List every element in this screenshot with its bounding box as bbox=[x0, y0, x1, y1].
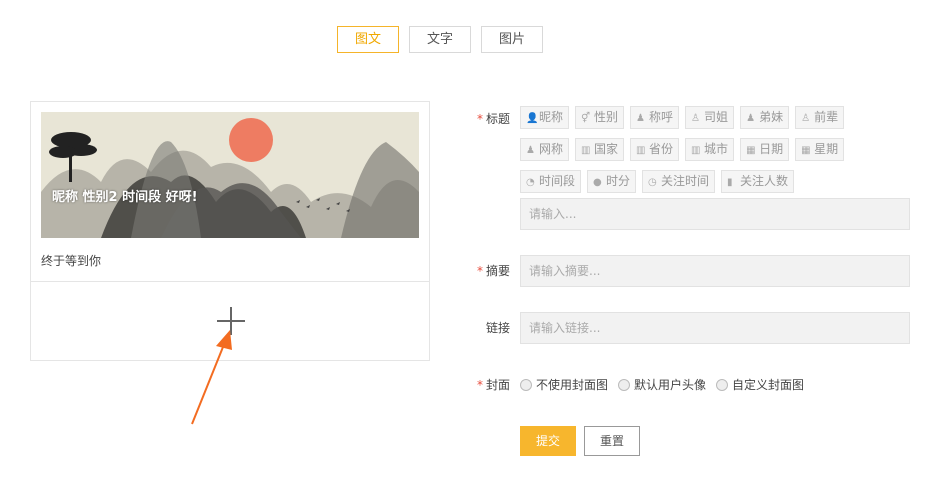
cover-options: 不使用封面图 默认用户头像 自定义封面图 bbox=[520, 376, 804, 393]
required-star: * bbox=[476, 378, 483, 392]
tag-label: 昵称 bbox=[539, 110, 564, 124]
tag-time-period[interactable]: ◔ 时间段 bbox=[520, 170, 582, 193]
clock-icon: ◷ bbox=[648, 177, 657, 188]
tag-nickname[interactable]: 👤昵称 bbox=[520, 106, 570, 129]
summary-label: * 摘要 bbox=[470, 262, 510, 279]
summary-label-text: 摘要 bbox=[485, 264, 510, 278]
person-icon: ♙ bbox=[691, 113, 701, 124]
person-icon: ♟ bbox=[636, 113, 645, 124]
variable-tags-row3: ◔ 时间段 ● 时分 ◷ 关注时间 ▮ 关注人数 bbox=[520, 170, 795, 193]
tag-weekday[interactable]: ▦ 星期 bbox=[795, 138, 845, 161]
radio-label: 自定义封面图 bbox=[732, 378, 805, 392]
link-label: 链接 bbox=[485, 321, 510, 335]
tag-city[interactable]: ▥ 城市 bbox=[685, 138, 735, 161]
title-label-text: 标题 bbox=[485, 112, 510, 126]
tag-net-name[interactable]: ♟ 网称 bbox=[520, 138, 570, 161]
gender-icon: ⚥ bbox=[581, 113, 591, 124]
map-icon: ▥ bbox=[691, 145, 701, 156]
required-star: * bbox=[476, 264, 483, 278]
radio-circle[interactable] bbox=[618, 378, 631, 391]
tag-label: 时分 bbox=[606, 174, 631, 188]
tag-label: 城市 bbox=[704, 142, 729, 156]
tag-label: 弟妹 bbox=[759, 110, 784, 124]
calendar-icon: ▦ bbox=[801, 145, 811, 156]
radio-no-cover[interactable]: 不使用封面图 bbox=[520, 376, 608, 393]
tab-image[interactable]: 图片 bbox=[481, 26, 543, 53]
person-icon: ♙ bbox=[801, 113, 811, 124]
tag-title[interactable]: ♟ 称呼 bbox=[630, 106, 680, 129]
tag-label: 省份 bbox=[649, 142, 674, 156]
radio-circle[interactable] bbox=[520, 378, 532, 391]
link-input[interactable]: 请输入链接... bbox=[520, 312, 910, 344]
calendar-icon: ▦ bbox=[746, 145, 756, 156]
doc-icon: ▮ bbox=[727, 177, 733, 188]
article-preview: 昵称 性别2 时间段 好呀! 终于等到你 bbox=[30, 101, 430, 361]
tag-label: 时间段 bbox=[539, 174, 576, 188]
pointer-arrow-icon bbox=[191, 330, 232, 425]
tag-gender[interactable]: ⚥ 性别 bbox=[575, 106, 625, 129]
clock-icon: ◔ bbox=[526, 177, 535, 188]
reset-button[interactable]: 重置 bbox=[584, 426, 640, 456]
banner-title: 昵称 性别2 时间段 好呀! bbox=[52, 190, 198, 205]
radio-custom-cover[interactable]: 自定义封面图 bbox=[716, 376, 804, 393]
tag-junior[interactable]: ♟ 弟妹 bbox=[740, 106, 790, 129]
radio-circle[interactable] bbox=[716, 378, 729, 391]
variable-tags-row2: ♟ 网称 ▥ 国家 ▥ 省份 ▥ 城市 ▦ 日期 ▦ 星期 bbox=[520, 138, 845, 161]
person-icon: ♟ bbox=[746, 113, 756, 124]
dot-icon: ● bbox=[593, 177, 602, 188]
tag-province[interactable]: ▥ 省份 bbox=[630, 138, 680, 161]
map-icon: ▥ bbox=[581, 145, 591, 156]
radio-default-avatar[interactable]: 默认用户头像 bbox=[618, 376, 706, 393]
tab-text[interactable]: 文字 bbox=[409, 26, 471, 53]
required-star: * bbox=[476, 112, 483, 126]
cover-label: * 封面 bbox=[470, 376, 510, 393]
radio-label: 默认用户头像 bbox=[634, 378, 707, 392]
person-icon: ♟ bbox=[526, 145, 535, 156]
tag-follow-time[interactable]: ◷ 关注时间 bbox=[642, 170, 716, 193]
content-type-tabs: 图文 文字 图片 bbox=[337, 26, 543, 53]
tag-label: 网称 bbox=[539, 142, 564, 156]
tag-label: 司姐 bbox=[704, 110, 729, 124]
banner-image: 昵称 性别2 时间段 好呀! bbox=[41, 112, 419, 238]
tag-label: 国家 bbox=[594, 142, 619, 156]
cover-label-text: 封面 bbox=[485, 378, 510, 392]
tag-label: 称呼 bbox=[649, 110, 674, 124]
tag-label: 关注时间 bbox=[661, 174, 710, 188]
map-icon: ▥ bbox=[636, 145, 646, 156]
tag-label: 性别 bbox=[594, 110, 619, 124]
tag-hour-minute[interactable]: ● 时分 bbox=[587, 170, 637, 193]
ink-landscape-image bbox=[41, 112, 419, 238]
title-input[interactable]: 请输入... bbox=[520, 198, 910, 230]
preview-card[interactable]: 昵称 性别2 时间段 好呀! 终于等到你 bbox=[31, 102, 429, 282]
tab-image-text[interactable]: 图文 bbox=[337, 26, 399, 53]
tag-follower-count[interactable]: ▮ 关注人数 bbox=[721, 170, 795, 193]
tag-sister[interactable]: ♙ 司姐 bbox=[685, 106, 735, 129]
user-icon: 👤 bbox=[526, 113, 539, 124]
title-label: * 标题 bbox=[470, 110, 510, 127]
tag-label: 星期 bbox=[814, 142, 839, 156]
tag-country[interactable]: ▥ 国家 bbox=[575, 138, 625, 161]
variable-tags-row1: 👤昵称 ⚥ 性别 ♟ 称呼 ♙ 司姐 ♟ 弟妹 ♙ 前辈 bbox=[520, 106, 845, 129]
summary-input[interactable]: 请输入摘要... bbox=[520, 255, 910, 287]
tag-date[interactable]: ▦ 日期 bbox=[740, 138, 790, 161]
radio-label: 不使用封面图 bbox=[536, 378, 609, 392]
tag-label: 关注人数 bbox=[740, 174, 789, 188]
preview-caption: 终于等到你 bbox=[41, 254, 102, 268]
tag-label: 日期 bbox=[759, 142, 784, 156]
tag-senior[interactable]: ♙ 前辈 bbox=[795, 106, 845, 129]
submit-button[interactable]: 提交 bbox=[520, 426, 576, 456]
tag-label: 前辈 bbox=[814, 110, 839, 124]
